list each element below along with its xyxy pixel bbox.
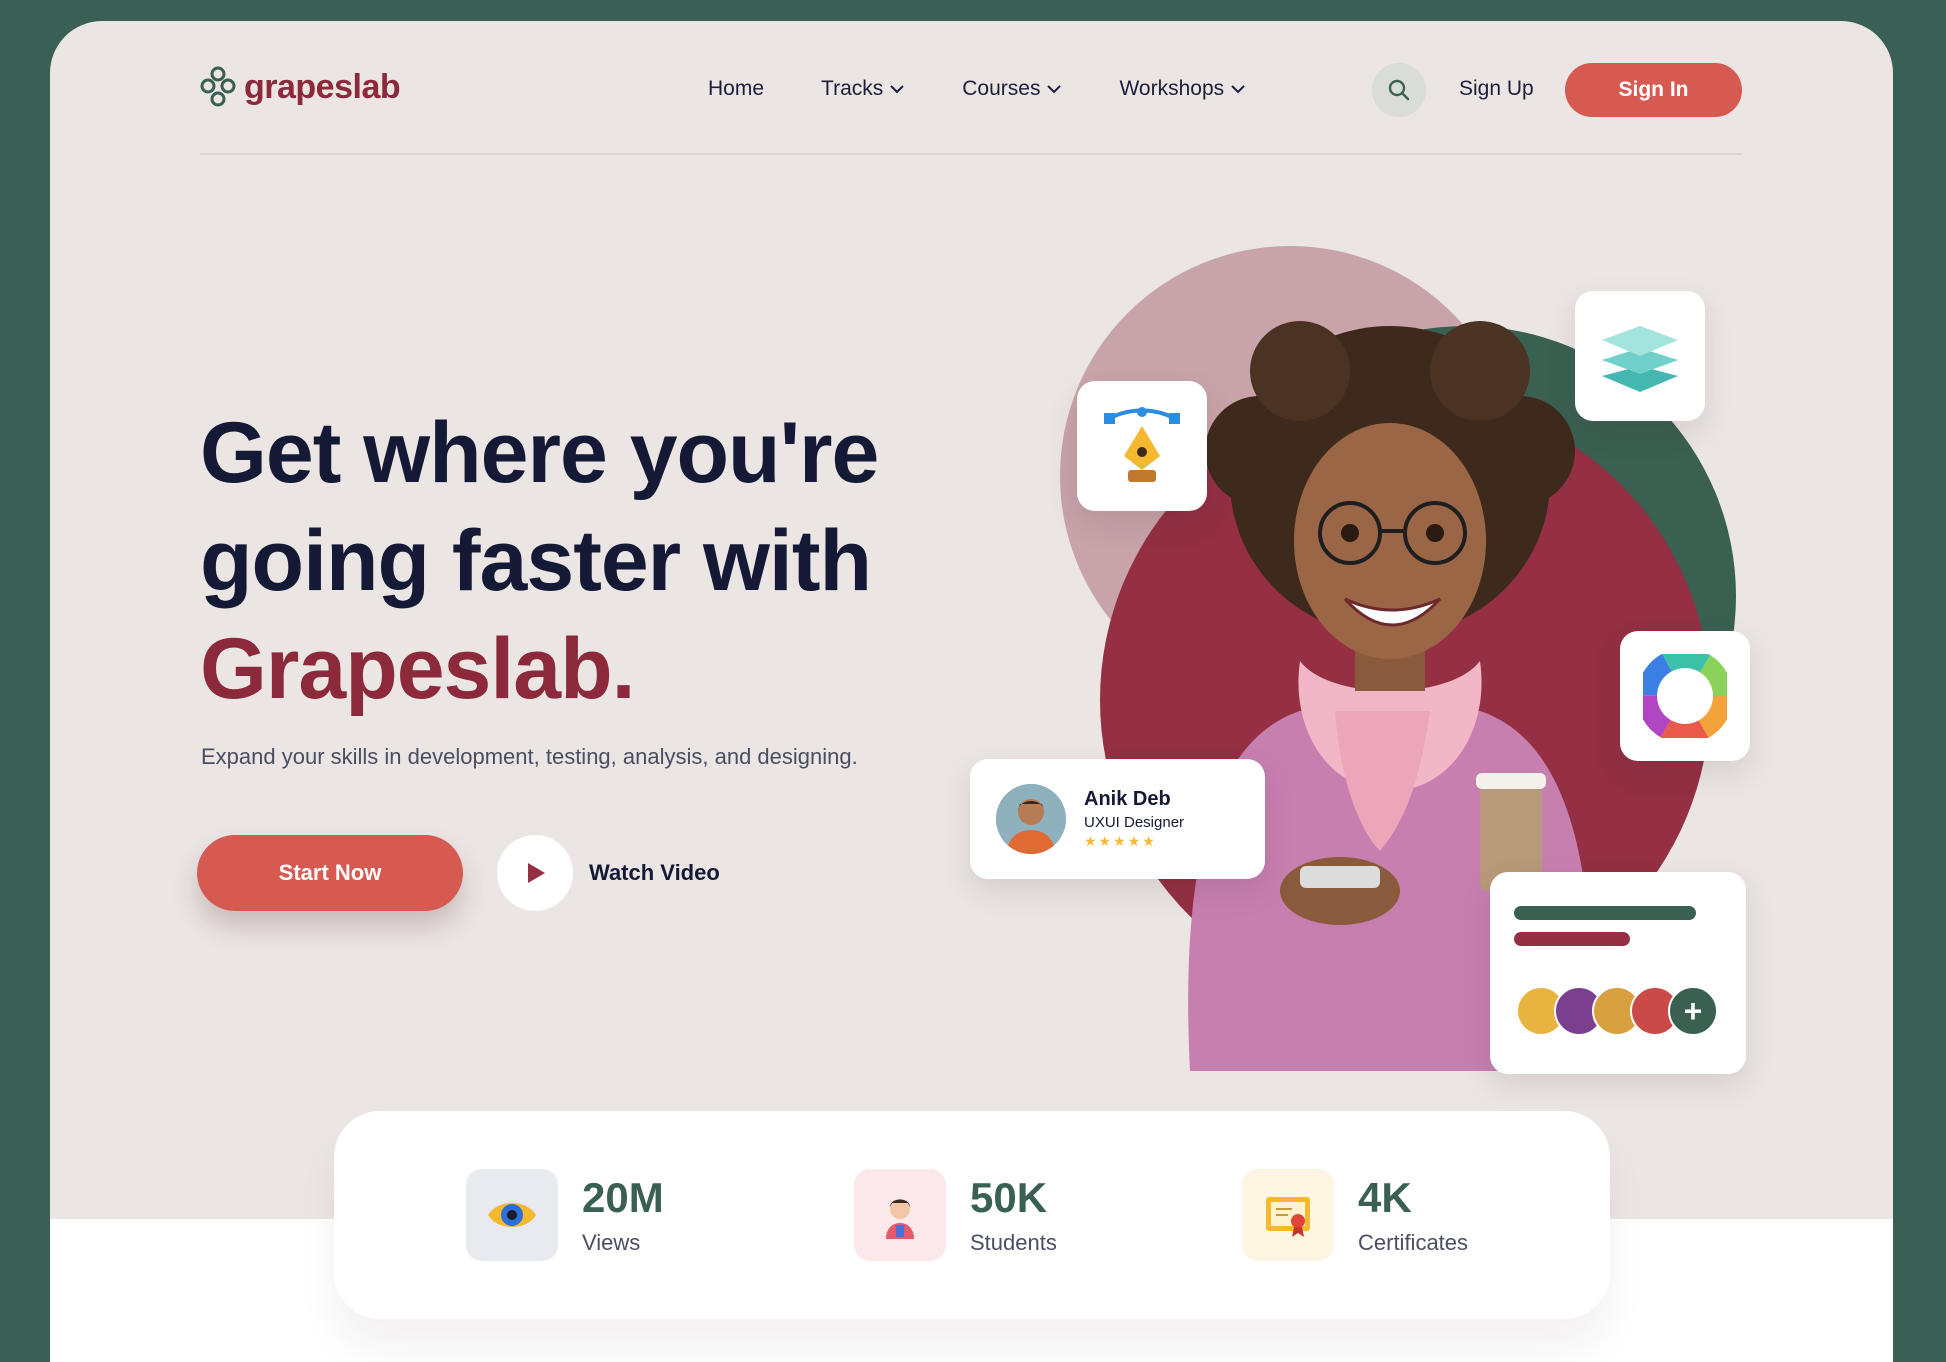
search-icon [1388,79,1410,101]
chevron-down-icon [1047,85,1062,94]
nav-item-label: Tracks [821,77,884,100]
profile-name: Anik Deb [1084,788,1171,810]
certificate-icon [1242,1169,1334,1261]
main-nav: Home Tracks Courses Workshops [708,77,1246,101]
logo-text: grapeslab [244,67,401,106]
hero-headline: Get where you're going faster with Grape… [200,399,879,723]
progress-bar-red [1514,932,1630,946]
team-card: + [1490,872,1746,1074]
header-divider [200,153,1742,155]
stat-label: Students [970,1230,1057,1255]
nav-item-tracks[interactable]: Tracks [821,77,905,101]
layers-icon [1602,326,1678,392]
stat-views: 20M Views [466,1169,664,1261]
stat-students: 50K Students [854,1169,1057,1261]
color-wheel-icon [1643,654,1727,738]
student-icon [854,1169,946,1261]
nav-item-home[interactable]: Home [708,77,764,101]
layers-card [1575,291,1705,421]
hero-subtitle: Expand your skills in development, testi… [201,744,858,769]
chevron-down-icon [1231,85,1245,94]
nav-item-label: Workshops [1119,77,1225,100]
play-button[interactable] [497,835,573,911]
stats-panel: 20M Views 50K Students 4K Certificates [334,1111,1610,1319]
pen-tool-icon [1104,407,1180,482]
sign-up-link[interactable]: Sign Up [1459,77,1534,101]
logo[interactable]: grapeslab [200,66,401,108]
eye-icon [466,1169,558,1261]
color-wheel-card [1620,631,1750,761]
grape-logo-icon [200,66,236,107]
profile-card[interactable]: Anik Deb UXUI Designer ★★★★★ [970,759,1265,879]
progress-bar-green [1514,906,1696,920]
avatar [996,784,1066,854]
start-now-button[interactable]: Start Now [197,835,463,911]
nav-item-courses[interactable]: Courses [962,77,1062,101]
page-frame: grapeslab Home Tracks Courses Workshops … [50,21,1893,1362]
headline-brand: Grapeslab. [200,621,636,717]
chevron-down-icon [890,85,904,94]
watch-video-button[interactable]: Watch Video [497,835,720,911]
stat-label: Views [582,1230,641,1255]
profile-role: UXUI Designer [1084,814,1185,831]
sign-in-button[interactable]: Sign In [1565,63,1742,117]
stat-value: 20M [582,1174,664,1221]
nav-item-label: Courses [962,77,1041,100]
nav-item-workshops[interactable]: Workshops [1119,77,1246,101]
avatar-group: + [1516,986,1718,1036]
nav-item-label: Home [708,77,765,100]
stat-label: Certificates [1358,1230,1469,1255]
headline-line-2: going faster with [200,513,872,609]
play-icon [528,863,545,883]
headline-line-1: Get where you're [200,405,879,501]
watch-video-label: Watch Video [589,860,720,885]
rating-stars: ★★★★★ [1084,833,1157,849]
add-member-button[interactable]: + [1668,986,1718,1036]
stat-certificates: 4K Certificates [1242,1169,1468,1261]
stat-value: 50K [970,1174,1048,1221]
stat-value: 4K [1358,1174,1412,1221]
profile-info: Anik Deb UXUI Designer ★★★★★ [1084,788,1184,850]
search-button[interactable] [1372,63,1426,117]
pen-tool-card [1077,381,1207,511]
